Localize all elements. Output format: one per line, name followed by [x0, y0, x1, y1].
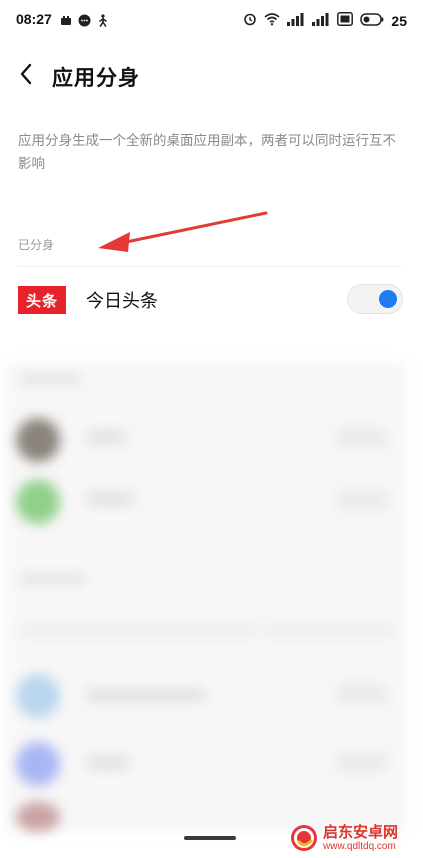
battery-icon [360, 11, 384, 30]
watermark: 启东安卓网 www.qdltdq.com [289, 820, 417, 856]
toggle-knob [379, 290, 397, 308]
status-time: 08:27 [16, 11, 52, 27]
divider [18, 266, 402, 267]
watermark-url: www.qdltdq.com [323, 840, 396, 852]
battery-level: 25 [391, 12, 407, 29]
status-left-icons [60, 12, 109, 31]
notification-icon [60, 12, 72, 31]
signal-icon [312, 11, 330, 30]
watermark-name: 启东安卓网 [323, 822, 399, 841]
app-name: 今日头条 [86, 291, 158, 312]
status-bar: 08:27 25 [0, 0, 423, 40]
status-right-icons: 25 [243, 11, 407, 30]
walk-icon [97, 12, 109, 31]
blurred-app-list [6, 362, 406, 832]
toutiao-app-icon: 头条 [18, 286, 66, 314]
app-icon-text: 头条 [25, 291, 58, 310]
page-title: 应用分身 [52, 66, 140, 90]
header: 应用分身 [0, 52, 423, 100]
alarm-icon [243, 11, 257, 30]
section-label-cloned: 已分身 [18, 238, 55, 252]
watermark-logo-icon [291, 825, 317, 851]
feature-description: 应用分身生成一个全新的桌面应用副本，两者可以同时运行互不影响 [18, 133, 396, 172]
home-indicator[interactable] [184, 836, 236, 840]
wifi-icon [264, 11, 280, 30]
message-icon [78, 12, 91, 31]
back-button[interactable] [8, 56, 44, 96]
clone-toggle[interactable] [347, 284, 403, 314]
chevron-left-icon [19, 63, 33, 89]
signal-icon [287, 11, 305, 30]
hd-icon [337, 11, 354, 30]
list-item-toutiao[interactable]: 头条 今日头条 [0, 276, 423, 324]
